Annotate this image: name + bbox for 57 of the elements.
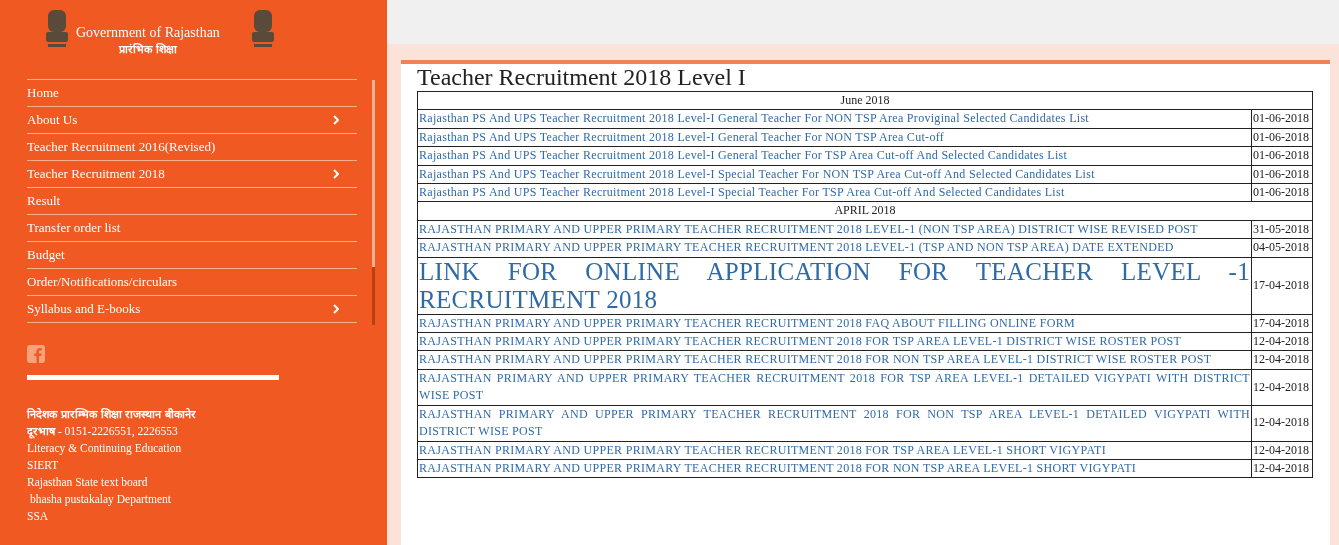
date-cell: 12-04-2018 [1251, 350, 1313, 370]
document-link[interactable]: Rajasthan PS And UPS Teacher Recruitment 2018 Level-I General Teacher For TSP Area Cut-off And Selected Candidates List [419, 147, 1250, 165]
menu-item[interactable]: Order/Notifications/circulars [27, 269, 357, 296]
footer-link[interactable]: bhasha pustakalay Department [27, 491, 387, 508]
date-cell: 01-06-2018 [1251, 128, 1313, 147]
chevron-right-icon [333, 304, 339, 314]
footer-link[interactable]: SSA [27, 508, 387, 525]
date-cell: 12-04-2018 [1251, 459, 1313, 478]
chevron-right-icon [333, 115, 339, 125]
chevron-right-icon [333, 169, 339, 179]
document-link[interactable]: Rajasthan PS And UPS Teacher Recruitment 2018 Level-I General Teacher For NON TSP Area Proviginal Selected Candidates List [419, 110, 1250, 128]
document-link[interactable]: Rajasthan PS And UPS Teacher Recruitment 2018 Level-I Special Teacher For NON TSP Area Cut-off And Selected Candidates List [419, 165, 1250, 184]
date-cell: 12-04-2018 [1251, 332, 1313, 351]
menu-item[interactable]: About Us [27, 107, 357, 134]
document-link[interactable]: RAJASTHAN PRIMARY AND UPPER PRIMARY TEACHER RECRUITMENT 2018 FOR NON TSP AREA LEVEL-1 SHORT VIGYPATI [419, 459, 1250, 478]
office-name: निदेशक प्रारम्भिक शिक्षा राजस्थान बीकानेर [27, 407, 198, 423]
page-title: Teacher Recruitment 2018 Level I [417, 64, 747, 91]
date-cell: 31-05-2018 [1251, 220, 1313, 239]
date-cell: 01-06-2018 [1251, 109, 1313, 129]
menu-item[interactable]: Teacher Recruitment 2018 [27, 161, 357, 188]
date-cell: 12-04-2018 [1251, 405, 1313, 441]
scrollbar[interactable] [372, 80, 375, 325]
menu-item[interactable]: Budget [27, 242, 357, 269]
document-link[interactable]: RAJASTHAN PRIMARY AND UPPER PRIMARY TEACHER RECRUITMENT 2018 FOR TSP AREA LEVEL-1 SHORT VIGYPATI [419, 441, 1250, 459]
document-link[interactable]: RAJASTHAN PRIMARY AND UPPER PRIMARY TEACHER RECRUITMENT 2018 FOR TSP AREA LEVEL-1 DISTRICT WISE ROSTER POST [419, 333, 1250, 351]
document-link[interactable]: RAJASTHAN PRIMARY AND UPPER PRIMARY TEACHER RECRUITMENT 2018 FAQ ABOUT FILLING ONLINE FORM [419, 314, 1250, 333]
document-link[interactable]: RAJASTHAN PRIMARY AND UPPER PRIMARY TEACHER RECRUITMENT 2018 FOR NON TSP AREA LEVEL-1 DISTRICT WISE ROSTER POST [419, 351, 1250, 369]
footer-link[interactable]: Literacy & Continuing Education [27, 440, 387, 457]
footer-link[interactable]: SIERT [27, 457, 387, 474]
footer-link[interactable]: Rajasthan State text board [27, 474, 387, 491]
menu-item[interactable]: Result [27, 188, 357, 215]
date-cell: 01-06-2018 [1251, 146, 1313, 166]
menu-item[interactable]: Teacher Recruitment 2016(Revised) [27, 134, 357, 161]
document-link[interactable]: RAJASTHAN PRIMARY AND UPPER PRIMARY TEACHER RECRUITMENT 2018 LEVEL-1 (TSP AND NON TSP AREA) DATE EXTENDED [419, 239, 1250, 257]
menu-item[interactable]: Syllabus and E-books [27, 296, 357, 323]
date-cell: 12-04-2018 [1251, 441, 1313, 460]
date-cell: 17-04-2018 [1251, 314, 1313, 333]
document-link[interactable]: RAJASTHAN PRIMARY AND UPPER PRIMARY TEACHER RECRUITMENT 2018 LEVEL-1 (NON TSP AREA) DISTRICT WISE REVISED POST [419, 220, 1250, 239]
phone-number: - 0151-2226551, 2226553 [56, 425, 178, 437]
document-link[interactable]: Rajasthan PS And UPS Teacher Recruitment 2018 Level-I General Teacher For NON TSP Area Cut-off [419, 128, 1250, 147]
section-heading: June 2018 [417, 91, 1313, 110]
section-heading: APRIL 2018 [417, 201, 1313, 221]
phone-label: दूरभाष [27, 425, 55, 438]
date-cell: 12-04-2018 [1251, 369, 1313, 406]
document-link[interactable]: RAJASTHAN PRIMARY AND UPPER PRIMARY TEACHER RECRUITMENT 2018 FOR TSP AREA LEVEL-1 DETAILED VIGYPATI WITH DISTRICT WISE POST [419, 369, 1250, 405]
facebook-icon[interactable] [27, 345, 45, 363]
menu-item[interactable]: Home [27, 80, 357, 107]
date-cell: 17-04-2018 [1251, 257, 1313, 315]
date-cell: 01-06-2018 [1251, 165, 1313, 184]
menu-item[interactable]: Transfer order list [27, 215, 357, 242]
document-link[interactable]: LINK FOR ONLINE APPLICATION FOR TEACHER LEVEL -1 RECRUITMENT 2018 [419, 257, 1250, 314]
document-link[interactable]: Rajasthan PS And UPS Teacher Recruitment 2018 Level-I Special Teacher For TSP Area Cut-off And Selected Candidates List [419, 184, 1250, 202]
document-link[interactable]: RAJASTHAN PRIMARY AND UPPER PRIMARY TEACHER RECRUITMENT 2018 FOR NON TSP AREA LEVEL-1 DETAILED VIGYPATI WITH DISTRICT WISE POST [419, 405, 1250, 441]
site-subtitle: प्रारंभिक शिक्षा [119, 42, 177, 56]
date-cell: 01-06-2018 [1251, 183, 1313, 202]
site-title: Government of Rajasthan [76, 25, 220, 41]
date-cell: 04-05-2018 [1251, 238, 1313, 258]
